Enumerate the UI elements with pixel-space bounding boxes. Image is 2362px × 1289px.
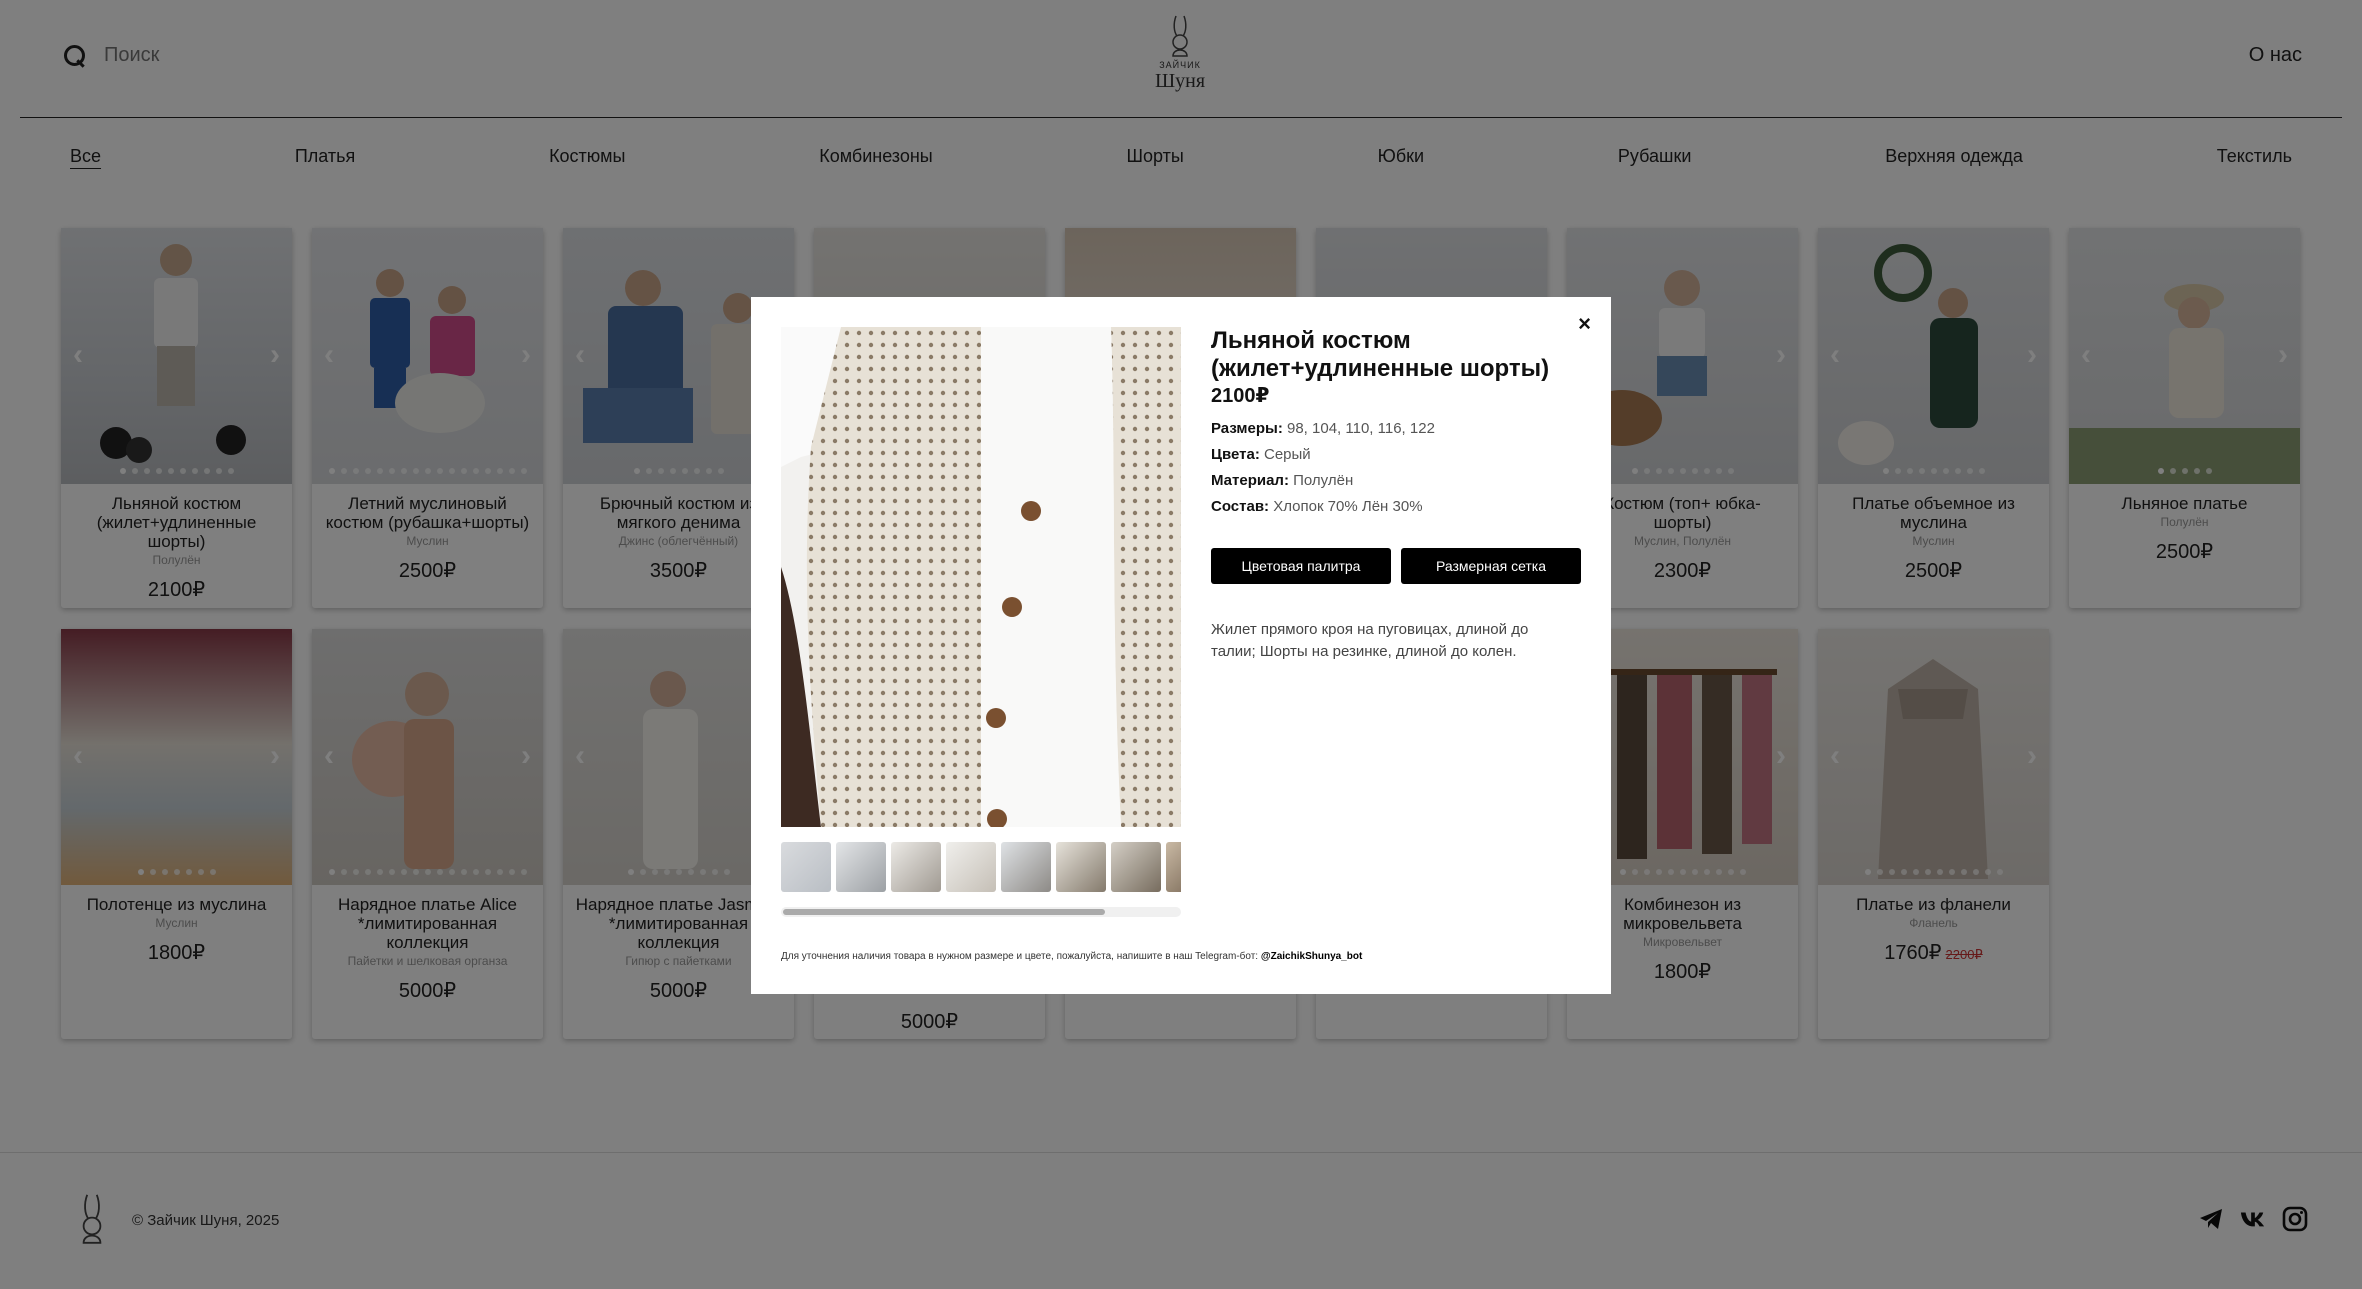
composition-label: Состав:: [1211, 498, 1270, 515]
colors-label: Цвета:: [1211, 446, 1260, 463]
thumbnail[interactable]: [836, 842, 886, 892]
thumbnail[interactable]: [946, 842, 996, 892]
material-label: Материал:: [1211, 472, 1289, 489]
thumbnail[interactable]: [891, 842, 941, 892]
availability-note: Для уточнения наличия товара в нужном ра…: [781, 951, 1581, 962]
composition-line: Состав: Хлопок 70% Лён 30%: [1211, 498, 1423, 515]
thumbnail[interactable]: [1111, 842, 1161, 892]
size-chart-button[interactable]: Размерная сетка: [1401, 548, 1581, 584]
colors-value: Серый: [1263, 446, 1311, 463]
modal-price: 2100₽: [1211, 385, 1270, 407]
material-line: Материал: Полулён: [1211, 472, 1353, 489]
product-description: Жилет прямого кроя на пуговицах, длиной …: [1211, 621, 1529, 660]
composition-value: Хлопок 70% Лён 30%: [1273, 498, 1423, 515]
telegram-bot-link[interactable]: @ZaichikShunya_bot: [1261, 951, 1362, 962]
sizes-value: 98, 104, 110, 116, 122: [1287, 420, 1435, 437]
product-main-image: [781, 327, 1181, 827]
modal-title: Льняной костюм (жилет+удлиненные шорты): [1211, 327, 1550, 382]
sizes-line: Размеры: 98, 104, 110, 116, 122: [1211, 420, 1435, 437]
product-modal: × Льняной костюм (жилет+удлиненные шорты…: [751, 297, 1611, 994]
colors-line: Цвета: Серый: [1211, 446, 1311, 463]
thumbnail[interactable]: [1166, 842, 1181, 892]
color-palette-button[interactable]: Цветовая палитра: [1211, 548, 1391, 584]
thumbnail[interactable]: [1001, 842, 1051, 892]
sizes-label: Размеры:: [1211, 420, 1283, 437]
thumbnail[interactable]: [781, 842, 831, 892]
material-value: Полулён: [1293, 472, 1354, 489]
thumbnail-scrollbar[interactable]: [781, 907, 1181, 917]
note-text: Для уточнения наличия товара в нужном ра…: [781, 951, 1259, 962]
scrollbar-thumb[interactable]: [783, 909, 1105, 915]
thumbnail[interactable]: [1056, 842, 1106, 892]
thumbnail-strip[interactable]: [781, 842, 1181, 894]
